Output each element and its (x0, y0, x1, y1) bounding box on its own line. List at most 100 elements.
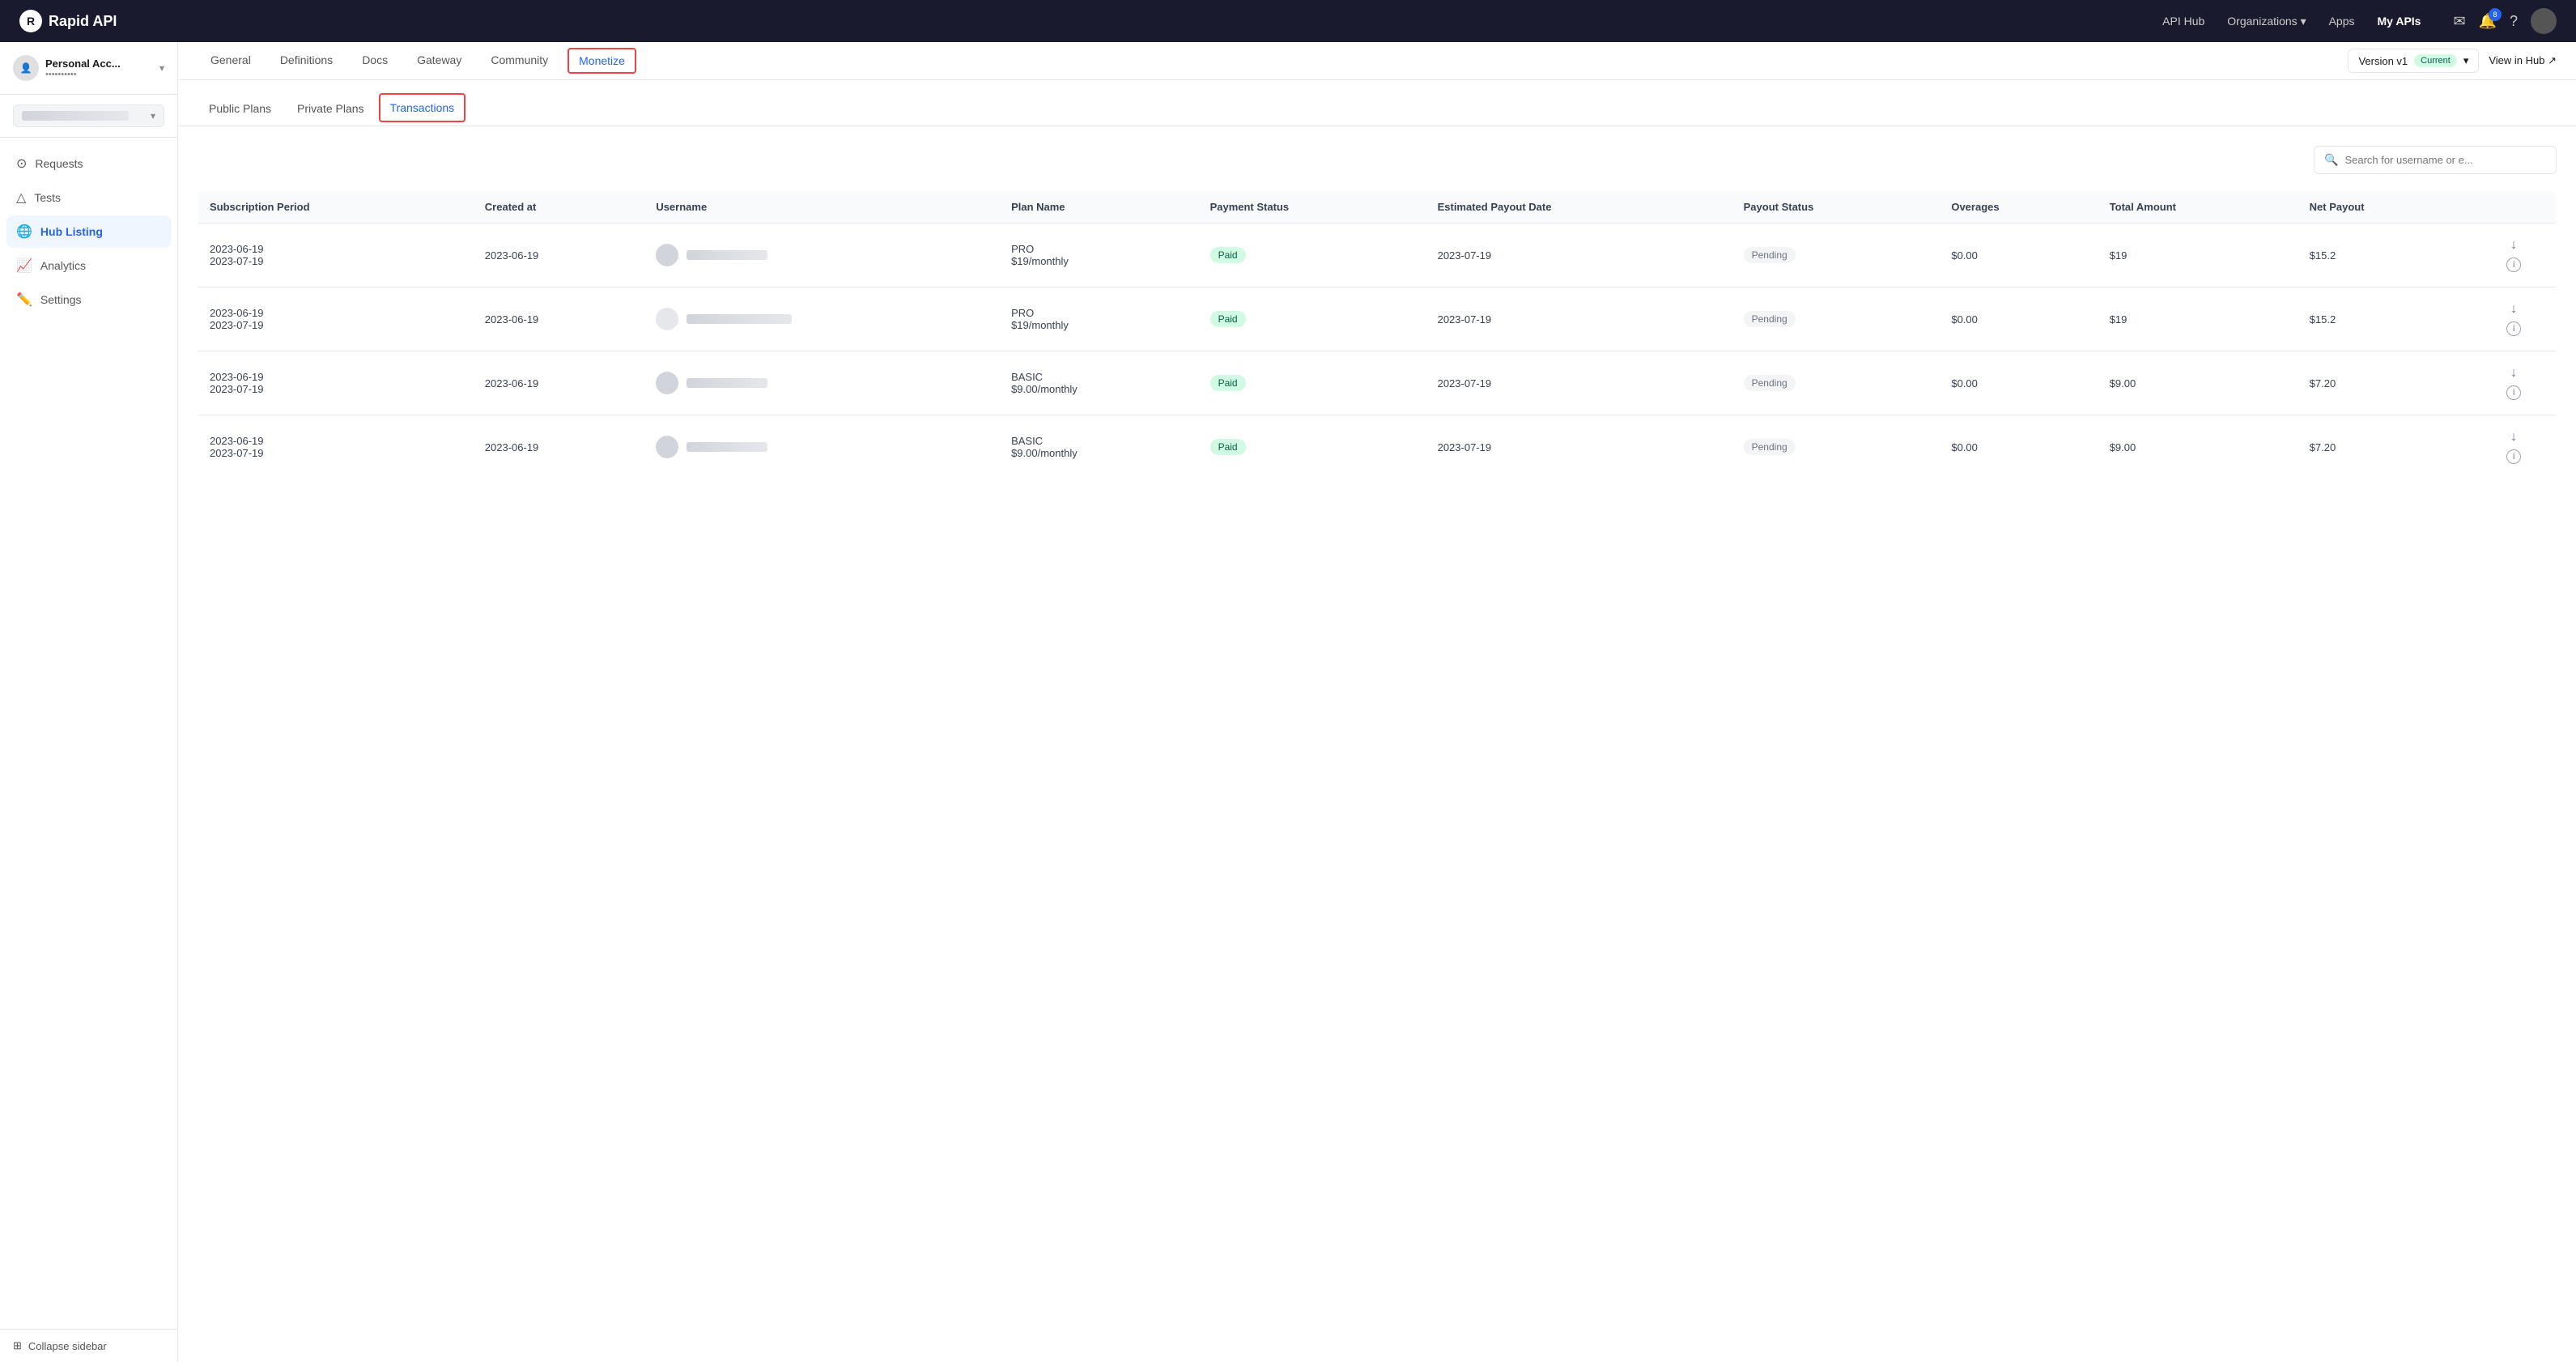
user-avatar (656, 308, 678, 330)
info-icon[interactable]: i (2506, 449, 2521, 464)
payout-status-badge: Pending (1744, 375, 1796, 391)
payout-status-badge: Pending (1744, 311, 1796, 327)
bell-icon-btn[interactable]: 🔔 8 (2479, 13, 2497, 30)
hub-listing-icon: 🌐 (16, 223, 32, 240)
sidebar-bottom: ⊞ Collapse sidebar (0, 1329, 177, 1362)
sidebar-item-settings[interactable]: ✏️ Settings (6, 283, 171, 316)
api-select-area: ▾ (0, 95, 177, 138)
mail-icon-btn[interactable]: ✉ (2453, 13, 2465, 30)
cell-net-payout: $15.2 (2298, 223, 2472, 287)
col-subscription-period: Subscription Period (198, 191, 474, 223)
cell-username (644, 223, 1000, 287)
cell-net-payout: $15.2 (2298, 287, 2472, 351)
transactions-table: Subscription Period Created at Username … (198, 190, 2557, 479)
collapse-sidebar-button[interactable]: ⊞ Collapse sidebar (13, 1339, 164, 1352)
main-tab-bar: General Definitions Docs Gateway Communi… (178, 42, 2576, 80)
tab-monetize[interactable]: Monetize (567, 48, 636, 74)
col-payment-status: Payment Status (1199, 191, 1426, 223)
username-blurred (687, 250, 767, 260)
sidebar-item-label: Requests (35, 157, 83, 170)
tab-general[interactable]: General (198, 42, 264, 80)
sidebar-item-hub-listing[interactable]: 🌐 Hub Listing (6, 215, 171, 248)
cell-payment-status: Paid (1199, 415, 1426, 479)
cell-plan-name: BASIC$9.00/monthly (1000, 415, 1199, 479)
chevron-down-icon: ▾ (151, 110, 155, 121)
search-bar-row: 🔍 (198, 146, 2557, 174)
table-row: 2023-06-192023-07-19 2023-06-19 PRO$19/m… (198, 223, 2557, 287)
cell-payment-status: Paid (1199, 351, 1426, 415)
layout: 👤 Personal Acc... •••••••••• ▾ ▾ ⊙ Reque… (0, 42, 2576, 1362)
help-icon-btn[interactable]: ? (2510, 13, 2518, 30)
search-input[interactable] (2344, 154, 2546, 166)
cell-created-at: 2023-06-19 (474, 415, 645, 479)
cell-subscription-period: 2023-06-192023-07-19 (198, 351, 474, 415)
cell-overages: $0.00 (1940, 223, 2098, 287)
cell-payment-status: Paid (1199, 223, 1426, 287)
nav-api-hub[interactable]: API Hub (2162, 15, 2204, 28)
cell-payout-status: Pending (1732, 287, 1941, 351)
search-box[interactable]: 🔍 (2314, 146, 2557, 174)
topnav-actions: ✉ 🔔 8 ? (2453, 8, 2557, 34)
cell-created-at: 2023-06-19 (474, 287, 645, 351)
help-icon: ? (2510, 13, 2518, 29)
tab-public-plans[interactable]: Public Plans (198, 94, 283, 126)
tab-definitions[interactable]: Definitions (267, 42, 346, 80)
sidebar-item-requests[interactable]: ⊙ Requests (6, 147, 171, 180)
col-plan-name: Plan Name (1000, 191, 1199, 223)
cell-plan-name: PRO$19/monthly (1000, 287, 1199, 351)
info-icon[interactable]: i (2506, 385, 2521, 400)
sidebar: 👤 Personal Acc... •••••••••• ▾ ▾ ⊙ Reque… (0, 42, 178, 1362)
tab-community[interactable]: Community (478, 42, 561, 80)
cell-estimated-payout-date: 2023-07-19 (1426, 415, 1732, 479)
api-dropdown[interactable]: ▾ (13, 104, 164, 127)
download-icon[interactable]: ↓ (2510, 366, 2517, 381)
tests-icon: △ (16, 189, 26, 206)
status-badge: Paid (1210, 375, 1246, 391)
cell-payout-status: Pending (1732, 415, 1941, 479)
cell-created-at: 2023-06-19 (474, 351, 645, 415)
download-icon[interactable]: ↓ (2510, 430, 2517, 445)
version-selector[interactable]: Version v1 Current ▾ (2348, 49, 2479, 73)
nav-my-apis[interactable]: My APIs (2378, 15, 2421, 28)
cell-estimated-payout-date: 2023-07-19 (1426, 287, 1732, 351)
settings-icon: ✏️ (16, 292, 32, 308)
account-selector[interactable]: 👤 Personal Acc... •••••••••• ▾ (0, 42, 177, 95)
chevron-down-icon: ▾ (159, 62, 164, 74)
transactions-area: 🔍 Subscription Period Created at Usernam… (178, 126, 2576, 499)
tab-private-plans[interactable]: Private Plans (286, 94, 375, 126)
nav-organizations[interactable]: Organizations ▾ (2227, 15, 2306, 28)
analytics-icon: 📈 (16, 258, 32, 274)
tab-docs[interactable]: Docs (349, 42, 401, 80)
download-icon[interactable]: ↓ (2510, 302, 2517, 317)
notification-badge: 8 (2489, 8, 2502, 21)
username-blurred (687, 442, 767, 452)
account-info: Personal Acc... •••••••••• (45, 57, 121, 79)
sidebar-item-analytics[interactable]: 📈 Analytics (6, 249, 171, 282)
logo[interactable]: R Rapid API (19, 10, 117, 32)
cell-overages: $0.00 (1940, 415, 2098, 479)
account-sub: •••••••••• (45, 70, 121, 79)
cell-payout-status: Pending (1732, 223, 1941, 287)
sidebar-item-tests[interactable]: △ Tests (6, 181, 171, 214)
requests-icon: ⊙ (16, 155, 27, 172)
cell-net-payout: $7.20 (2298, 351, 2472, 415)
col-net-payout: Net Payout (2298, 191, 2472, 223)
table-body: 2023-06-192023-07-19 2023-06-19 PRO$19/m… (198, 223, 2557, 479)
tab-gateway[interactable]: Gateway (404, 42, 474, 80)
col-payout-status: Payout Status (1732, 191, 1941, 223)
cell-overages: $0.00 (1940, 287, 2098, 351)
cell-subscription-period: 2023-06-192023-07-19 (198, 287, 474, 351)
user-avatar (656, 244, 678, 266)
cell-username (644, 287, 1000, 351)
nav-apps[interactable]: Apps (2329, 15, 2355, 28)
download-icon[interactable]: ↓ (2510, 238, 2517, 253)
cell-actions: ↓ i (2472, 287, 2556, 351)
account-name: Personal Acc... (45, 57, 121, 70)
info-icon[interactable]: i (2506, 258, 2521, 272)
info-icon[interactable]: i (2506, 321, 2521, 336)
view-in-hub-button[interactable]: View in Hub ↗ (2489, 54, 2557, 67)
tab-transactions[interactable]: Transactions (379, 93, 466, 122)
user-avatar[interactable] (2531, 8, 2557, 34)
chevron-down-icon: ▾ (2463, 54, 2469, 67)
cell-username (644, 415, 1000, 479)
